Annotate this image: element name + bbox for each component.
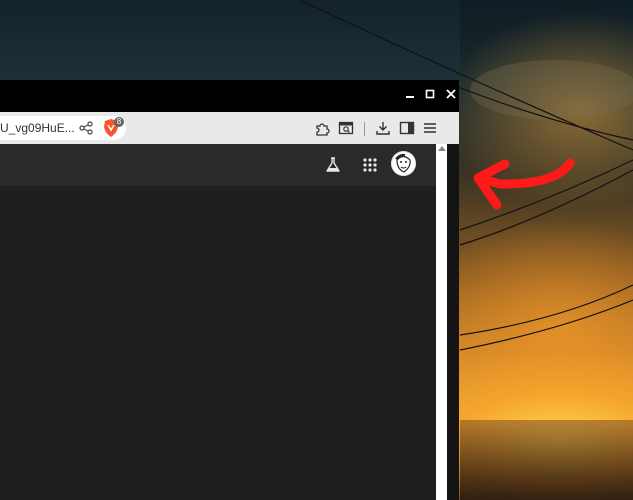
page-header [0,144,447,186]
toolbar-separator [364,122,365,136]
browser-toolbar: U_vg09HuE... 8 [0,112,459,144]
avatar[interactable] [391,151,416,176]
browser-window: U_vg09HuE... 8 [0,80,459,500]
sidebar-icon[interactable] [397,118,417,138]
brave-shield-count: 8 [114,117,124,127]
window-border [447,144,459,500]
close-button[interactable] [444,88,458,102]
page-content [0,186,447,500]
extensions-icon[interactable] [312,118,332,138]
tab-search-icon[interactable] [336,118,356,138]
scroll-up-arrow-icon[interactable] [438,146,446,151]
share-icon[interactable] [76,118,96,138]
url-text[interactable]: U_vg09HuE... [0,121,75,135]
minimize-button[interactable] [403,88,417,102]
apps-grid-icon[interactable] [359,154,381,176]
vertical-scrollbar[interactable] [436,144,447,500]
brave-shield-icon[interactable]: 8 [102,117,124,139]
title-bar [0,80,459,112]
maximize-button[interactable] [423,88,437,102]
download-icon[interactable] [373,118,393,138]
labs-flask-icon[interactable] [322,154,344,176]
menu-icon[interactable] [420,118,440,138]
